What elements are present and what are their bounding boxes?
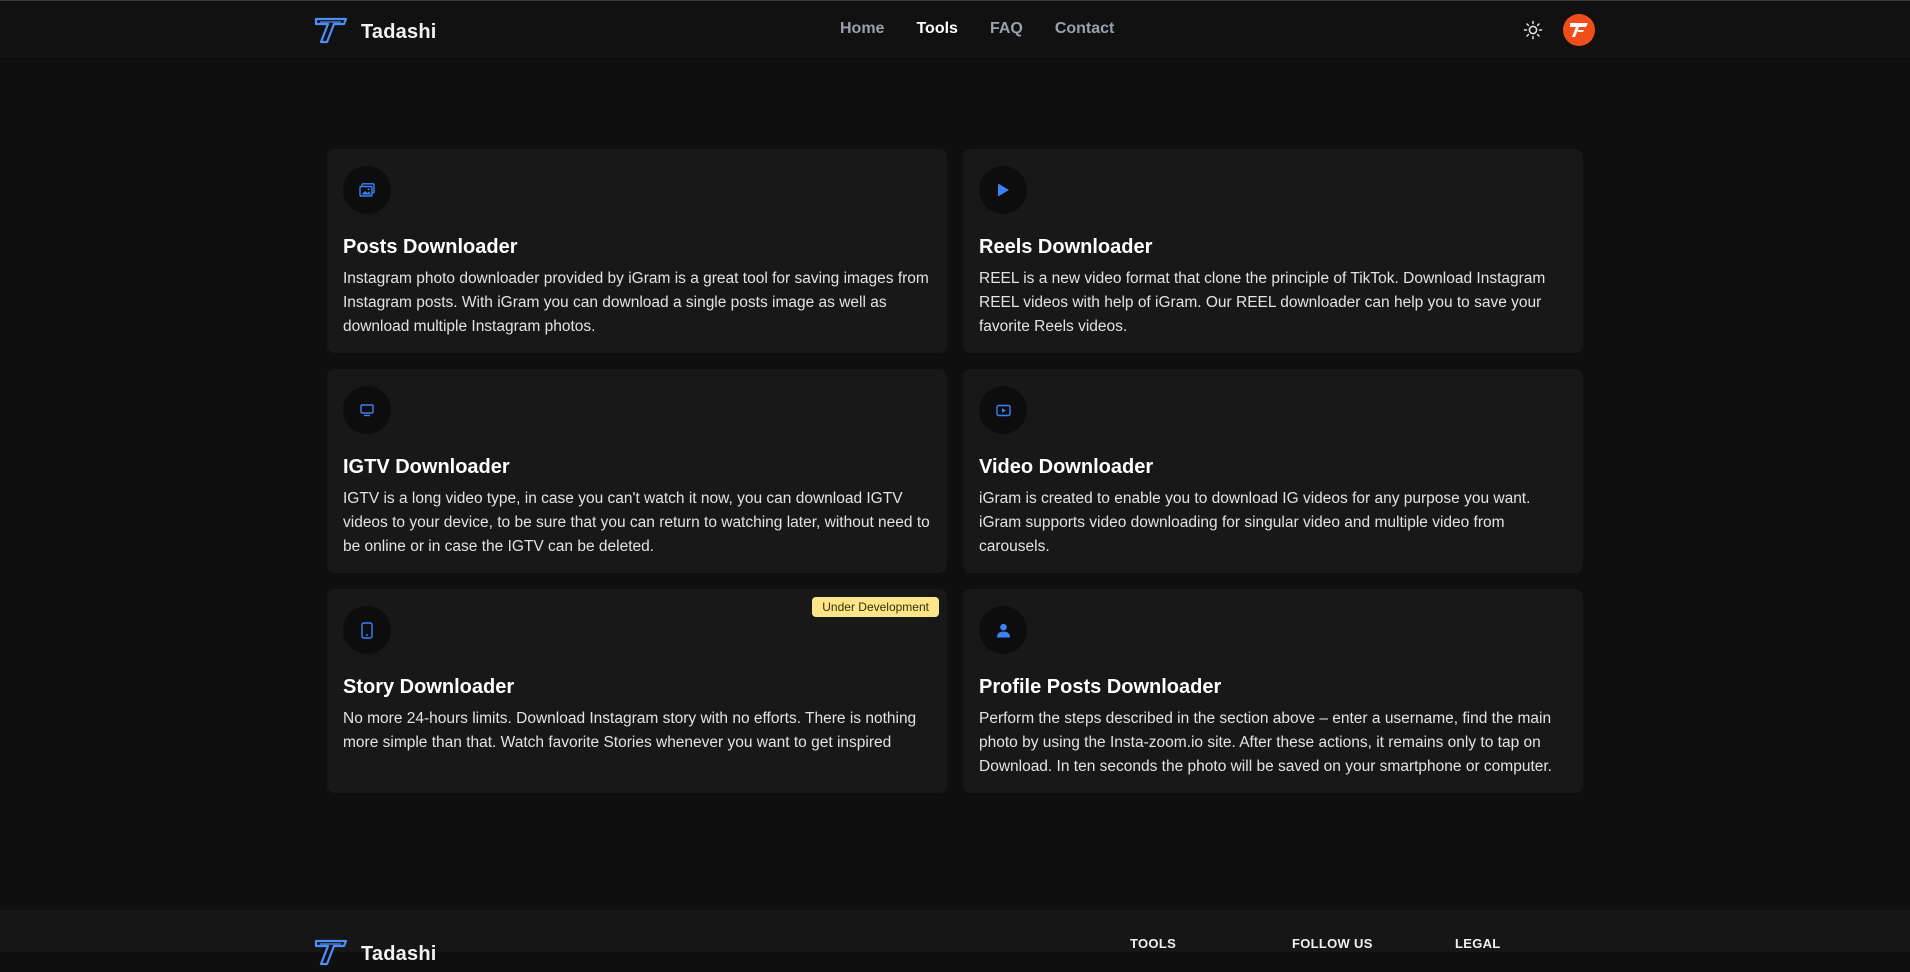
avatar-logo-icon [1570,23,1588,37]
sun-icon[interactable] [1523,20,1543,40]
brand[interactable]: Tadashi [313,15,437,50]
phone-icon [343,606,391,654]
card-description: iGram is created to enable you to downlo… [979,490,1531,555]
footer-brand[interactable]: Tadashi [313,937,437,972]
footer-heading-legal: LEGAL [1455,936,1501,951]
footer-heading-follow-us: FOLLOW US [1292,936,1373,951]
card-title: Posts Downloader [343,236,518,258]
video-icon [979,386,1027,434]
card-igtv-downloader[interactable]: IGTV Downloader IGTV is a long video typ… [327,369,947,573]
brand-name: Tadashi [361,21,437,43]
brand-logo-icon [313,937,349,972]
avatar[interactable] [1563,14,1595,46]
card-description: IGTV is a long video type, in case you c… [343,490,930,555]
card-title: Profile Posts Downloader [979,676,1222,698]
card-story-downloader[interactable]: Under Development Story Downloader No mo… [327,589,947,793]
tv-icon [343,386,391,434]
card-description: Perform the steps described in the secti… [979,710,1552,775]
nav-tools[interactable]: Tools [916,20,957,38]
card-profile-posts-downloader[interactable]: Profile Posts Downloader Perform the ste… [963,589,1583,793]
image-icon [343,166,391,214]
play-icon [979,166,1027,214]
footer-heading-tools: TOOLS [1130,936,1177,951]
nav-faq[interactable]: FAQ [990,20,1023,38]
nav-contact[interactable]: Contact [1055,20,1115,38]
card-video-downloader[interactable]: Video Downloader iGram is created to ena… [963,369,1583,573]
tools-grid: Posts Downloader Instagram photo downloa… [327,149,1583,793]
card-description: No more 24-hours limits. Download Instag… [343,710,917,751]
site-footer: Tadashi TOOLS FOLLOW US LEGAL [0,910,1910,966]
footer-brand-name: Tadashi [361,943,437,965]
brand-logo-icon [313,15,349,50]
card-description: REEL is a new video format that clone th… [979,270,1546,335]
main-nav: Home Tools FAQ Contact [840,20,1114,38]
card-description: Instagram photo downloader provided by i… [343,270,929,335]
card-reels-downloader[interactable]: Reels Downloader REEL is a new video for… [963,149,1583,353]
card-title: Story Downloader [343,676,515,698]
card-posts-downloader[interactable]: Posts Downloader Instagram photo downloa… [327,149,947,353]
nav-home[interactable]: Home [840,20,884,38]
site-header: Tadashi Home Tools FAQ Contact [0,1,1910,57]
card-title: IGTV Downloader [343,456,510,478]
status-badge: Under Development [812,597,939,617]
card-title: Reels Downloader [979,236,1153,258]
user-icon [979,606,1027,654]
card-title: Video Downloader [979,456,1154,478]
